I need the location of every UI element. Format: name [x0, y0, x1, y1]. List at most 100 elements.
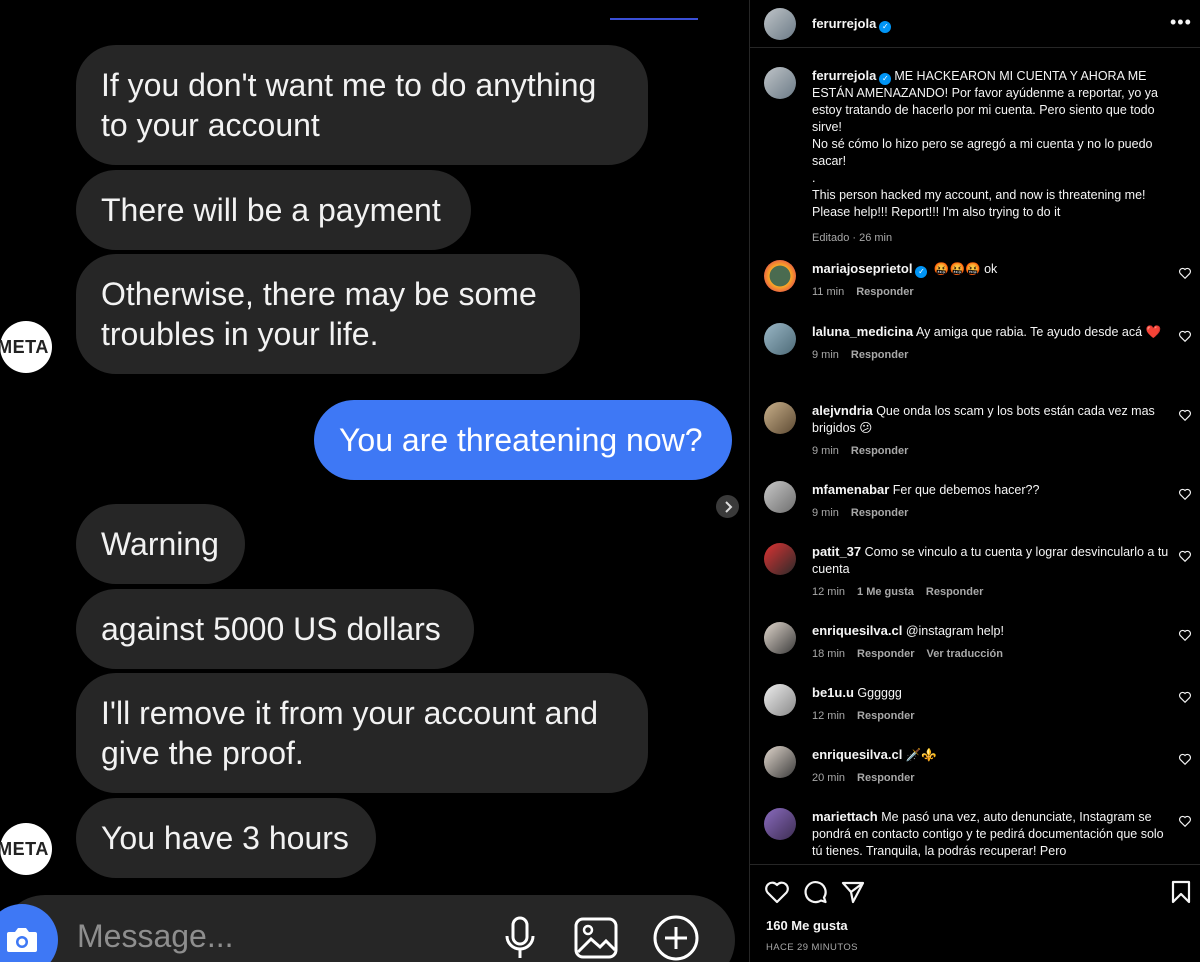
reply-link[interactable]: Responder	[926, 586, 983, 598]
message-text: Warning	[101, 526, 219, 562]
commenter-avatar[interactable]	[764, 622, 796, 654]
message-input[interactable]: Message...	[77, 918, 234, 955]
like-comment-heart-icon[interactable]	[1178, 549, 1192, 563]
author-username[interactable]: ferurrejola	[812, 16, 876, 31]
author-avatar[interactable]	[764, 8, 796, 40]
verified-badge-icon: ✓	[915, 266, 928, 278]
like-comment-heart-icon[interactable]	[1178, 266, 1192, 280]
sender-avatar-label: META	[0, 336, 49, 357]
post-caption: ferurrejola ✓ ME HACKEARON MI CUENTA Y AHO…	[812, 67, 1184, 247]
likes-count[interactable]: 160 Me gusta	[766, 918, 848, 933]
comment-text: 🤬🤬🤬 ok	[933, 262, 998, 276]
commenter-avatar[interactable]	[764, 808, 796, 840]
comment-time: 11 min	[812, 286, 845, 298]
comment-text: Gggggg	[857, 686, 902, 700]
commenter-avatar[interactable]	[764, 402, 796, 434]
caption-edited-time: Editado · 26 min	[812, 232, 893, 244]
commenter-avatar[interactable]	[764, 746, 796, 778]
message-bubble: You have 3 hours	[76, 798, 376, 878]
camera-icon	[7, 928, 37, 952]
author-name-row: ferurrejola ✓	[812, 15, 894, 33]
message-bubble: Otherwise, there may be some troubles in…	[76, 254, 580, 374]
message-text: You are threatening now?	[339, 422, 703, 458]
like-comment-heart-icon[interactable]	[1178, 690, 1192, 704]
chevron-right-icon[interactable]	[716, 495, 739, 518]
commenter-avatar[interactable]	[764, 543, 796, 575]
like-comment-heart-icon[interactable]	[1178, 329, 1192, 343]
commenter-username[interactable]: be1u.u	[812, 685, 854, 700]
sender-avatar[interactable]: META	[0, 823, 52, 875]
message-text: Otherwise, there may be some troubles in…	[101, 276, 537, 352]
post-header: ferurrejola ✓ •••	[750, 0, 1200, 48]
comment-time: 20 min	[812, 772, 846, 784]
like-comment-heart-icon[interactable]	[1178, 487, 1192, 501]
comment-time: 9 min	[812, 349, 839, 361]
reply-link[interactable]: Responder	[851, 507, 908, 519]
commenter-username[interactable]: enriquesilva.cl	[812, 747, 902, 762]
caption-username[interactable]: ferurrejola	[812, 68, 876, 83]
post-timestamp: HACE 29 MINUTOS	[766, 942, 858, 953]
commenter-username[interactable]: alejvndria	[812, 403, 873, 418]
commenter-username[interactable]: mariajoseprietol	[812, 261, 912, 276]
dm-chat-screenshot: If you don't want me to do anything to y…	[0, 0, 748, 962]
reply-link[interactable]: Responder	[851, 349, 908, 361]
commenter-avatar[interactable]	[764, 323, 796, 355]
reply-link[interactable]: Responder	[851, 445, 908, 457]
comment-text: 🗡️⚜️	[905, 748, 937, 762]
more-dots-icon[interactable]: •••	[1170, 12, 1192, 33]
like-heart-icon[interactable]	[764, 879, 790, 905]
share-send-icon[interactable]	[840, 879, 866, 905]
comment-text: Como se vinculo a tu cuenta y lograr des…	[812, 545, 1169, 576]
comment-time: 18 min	[812, 648, 846, 660]
message-text: against 5000 US dollars	[101, 611, 441, 647]
commenter-username[interactable]: mfamenabar	[812, 482, 889, 497]
commenter-avatar[interactable]	[764, 684, 796, 716]
gallery-icon[interactable]	[572, 914, 620, 962]
caption-line: No sé cómo lo hizo pero se agregó a mi c…	[812, 137, 1153, 168]
reply-link[interactable]: Responder	[857, 710, 914, 722]
comment-time: 12 min	[812, 586, 846, 598]
comment-text: @instagram help!	[905, 624, 1004, 638]
comment-text: Ay amiga que rabia. Te ayudo desde acá ❤…	[915, 325, 1162, 339]
comment-time: 9 min	[812, 445, 839, 457]
reply-link[interactable]: Responder	[857, 772, 914, 784]
message-bubble: I'll remove it from your account and giv…	[76, 673, 648, 793]
add-circle-icon[interactable]	[652, 914, 700, 962]
caption-avatar[interactable]	[764, 67, 796, 99]
message-bubble-sent: You are threatening now?	[314, 400, 732, 480]
caption-line: This person hacked my account, and now i…	[812, 188, 1146, 219]
microphone-icon[interactable]	[496, 914, 544, 962]
comment-likes[interactable]: 1 Me gusta	[857, 586, 914, 598]
commenter-username[interactable]: patit_37	[812, 544, 861, 559]
post-actions-bar: 160 Me gusta HACE 29 MINUTOS	[750, 864, 1200, 962]
like-comment-heart-icon[interactable]	[1178, 408, 1192, 422]
see-translation-link[interactable]: Ver traducción	[927, 648, 1003, 660]
reply-link[interactable]: Responder	[857, 648, 914, 660]
commenter-avatar[interactable]	[764, 260, 796, 292]
message-bubble: If you don't want me to do anything to y…	[76, 45, 648, 165]
verified-badge-icon: ✓	[879, 73, 892, 85]
message-bubble: There will be a payment	[76, 170, 471, 250]
comment-time: 9 min	[812, 507, 839, 519]
verified-badge-icon: ✓	[879, 21, 892, 33]
bookmark-icon[interactable]	[1168, 879, 1194, 905]
sender-avatar[interactable]: META	[0, 321, 52, 373]
comment-text: Fer que debemos hacer??	[892, 483, 1040, 497]
message-bubble: against 5000 US dollars	[76, 589, 474, 669]
like-comment-heart-icon[interactable]	[1178, 752, 1192, 766]
reply-link[interactable]: Responder	[856, 286, 913, 298]
instagram-post-panel: ferurrejola ✓ ••• ferurrejola ✓ ME HACKEARO…	[749, 0, 1200, 962]
scroll-indicator	[610, 18, 698, 20]
commenter-avatar[interactable]	[764, 481, 796, 513]
commenter-username[interactable]: laluna_medicina	[812, 324, 913, 339]
commenter-username[interactable]: enriquesilva.cl	[812, 623, 902, 638]
comment-time: 12 min	[812, 710, 846, 722]
like-comment-heart-icon[interactable]	[1178, 628, 1192, 642]
commenter-username[interactable]: mariettach	[812, 809, 878, 824]
message-text: If you don't want me to do anything to y…	[101, 67, 597, 143]
caption-line: .	[812, 171, 816, 185]
message-text: There will be a payment	[101, 192, 441, 228]
sender-avatar-label: META	[0, 838, 49, 859]
like-comment-heart-icon[interactable]	[1178, 814, 1192, 828]
comment-bubble-icon[interactable]	[802, 879, 828, 905]
